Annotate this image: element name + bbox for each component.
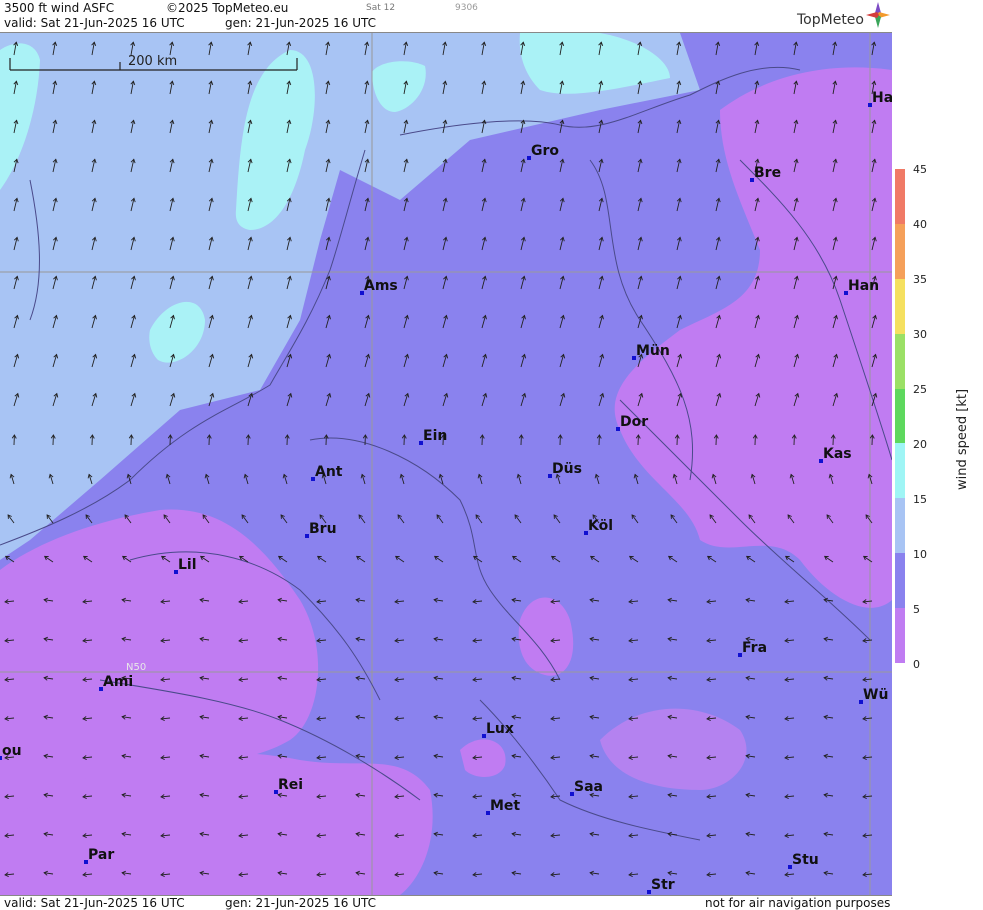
colorbar-tick-label: 45	[913, 163, 927, 176]
city-label: Ams	[364, 278, 398, 294]
colorbar	[895, 169, 905, 663]
map-footer: valid: Sat 21-Jun-2025 16 UTC gen: 21-Ju…	[0, 895, 892, 910]
city-label: Lux	[486, 721, 514, 737]
city-label: Dor	[620, 414, 648, 430]
colorbar-tick-label: 0	[913, 658, 920, 671]
colorbar-segment	[895, 608, 905, 663]
colorbar-tick-label: 35	[913, 273, 927, 286]
wind-map[interactable]: 200 km N50 Ha Gro Bre Ams Han Mün Ein Dor Ant Düs…	[0, 33, 892, 895]
city-label: Par	[88, 847, 114, 863]
colorbar-tick-label: 5	[913, 603, 920, 616]
map-header: 3500 ft wind ASFC ©2025 TopMeteo.eu Sat …	[0, 0, 892, 33]
run-number: 9306	[455, 3, 478, 13]
city-label: Ha	[872, 90, 892, 106]
colorbar-tick-label: 10	[913, 548, 927, 561]
city-label: Düs	[552, 461, 582, 477]
city-label: Han	[848, 278, 879, 294]
footer-valid-time: valid: Sat 21-Jun-2025 16 UTC	[4, 896, 185, 910]
city-label: Rei	[278, 777, 303, 793]
city-label: Bru	[309, 521, 337, 537]
city-label: Kas	[823, 446, 852, 462]
colorbar-segment	[895, 498, 905, 553]
city-label: Gro	[531, 143, 559, 159]
city-label: ou	[2, 743, 22, 759]
city-label: Lil	[178, 557, 197, 573]
footer-generated-time: gen: 21-Jun-2025 16 UTC	[225, 896, 376, 910]
colorbar-segment	[895, 169, 905, 224]
run-code: Sat 12	[366, 3, 395, 13]
colorbar-tick-label: 30	[913, 328, 927, 341]
city-label: Saa	[574, 779, 603, 795]
copyright-text: ©2025 TopMeteo.eu	[166, 1, 288, 15]
colorbar-tick-label: 20	[913, 438, 927, 451]
colorbar-tick-label: 15	[913, 493, 927, 506]
city-label: Ant	[315, 464, 343, 480]
disclaimer-text: not for air navigation purposes	[705, 896, 890, 910]
colorbar-segment	[895, 389, 905, 444]
generated-time: gen: 21-Jun-2025 16 UTC	[225, 16, 376, 30]
compass-logo-icon	[866, 2, 890, 28]
city-label: Ami	[103, 674, 133, 690]
topmeteo-logo[interactable]: TopMeteo	[797, 12, 864, 28]
city-label: Bre	[754, 165, 781, 181]
wind-speed-field	[0, 33, 892, 895]
colorbar-segment	[895, 553, 905, 608]
valid-time: valid: Sat 21-Jun-2025 16 UTC	[4, 16, 185, 30]
scale-label: 200 km	[128, 54, 177, 69]
city-label: Ein	[423, 428, 447, 444]
city-label: Str	[651, 877, 675, 893]
city-label: Mün	[636, 343, 670, 359]
colorbar-segment	[895, 279, 905, 334]
legend-title: wind speed [kt]	[955, 389, 970, 490]
colorbar-tick-label: 25	[913, 383, 927, 396]
colorbar-segment	[895, 334, 905, 389]
logo-text: TopMeteo	[797, 12, 864, 28]
product-title: 3500 ft wind ASFC	[4, 1, 114, 15]
city-label: Köl	[588, 518, 613, 534]
city-label: Met	[490, 798, 520, 814]
city-label: Fra	[742, 640, 767, 656]
city-label: Wü	[863, 687, 888, 703]
colorbar-segment	[895, 443, 905, 498]
city-label: Stu	[792, 852, 819, 868]
colorbar-segment	[895, 224, 905, 279]
latitude-label: N50	[126, 662, 146, 673]
colorbar-tick-label: 40	[913, 218, 927, 231]
